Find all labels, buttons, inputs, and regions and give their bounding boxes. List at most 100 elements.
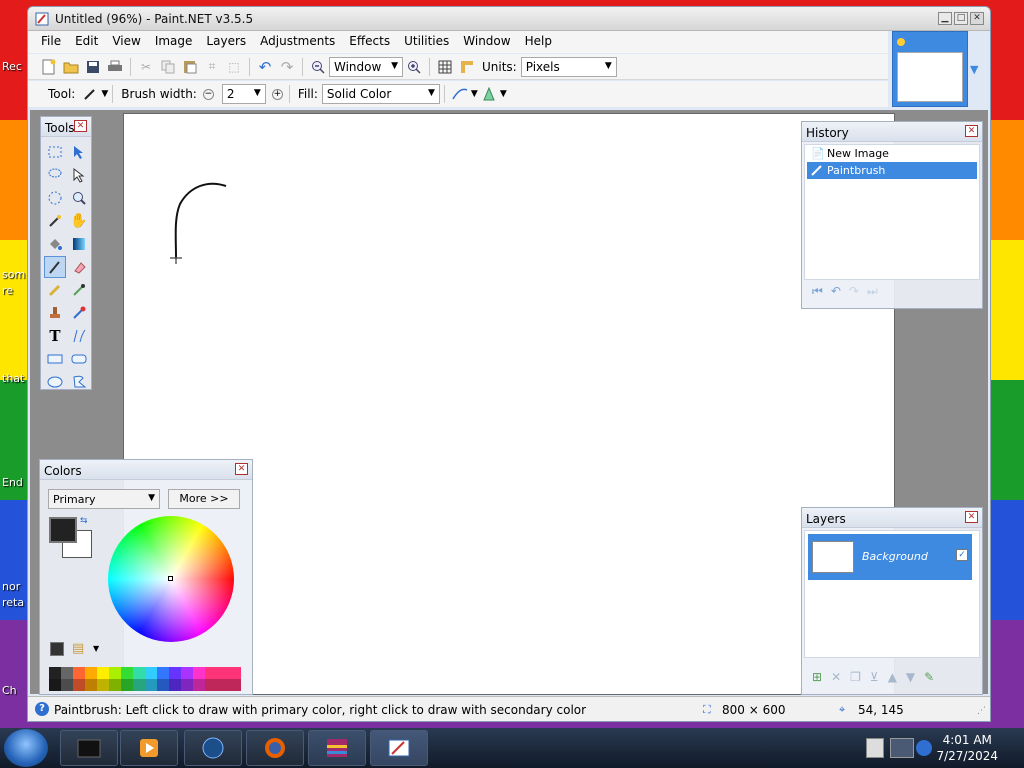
- primary-color-swatch[interactable]: [49, 517, 77, 543]
- color-mode-select[interactable]: Primary ▼: [48, 489, 160, 509]
- color-wheel[interactable]: [108, 516, 234, 642]
- color-picker-icon[interactable]: [68, 279, 90, 301]
- rectangle-select-icon[interactable]: [44, 141, 66, 163]
- magic-wand-icon[interactable]: [44, 210, 66, 232]
- paint-bucket-icon[interactable]: [44, 233, 66, 255]
- undo-icon[interactable]: ↶: [831, 284, 841, 299]
- taskbar-app-paintnet[interactable]: [370, 730, 428, 766]
- cut-icon[interactable]: ✂: [137, 58, 155, 76]
- fast-forward-icon[interactable]: ⏭: [867, 284, 878, 299]
- taskbar-app-winrar[interactable]: [308, 730, 366, 766]
- desktop-icon-label[interactable]: that: [2, 372, 24, 385]
- ellipse-icon[interactable]: [44, 371, 66, 393]
- move-layer-up-icon[interactable]: ▲: [888, 670, 897, 684]
- minimize-button[interactable]: ▁: [938, 12, 952, 25]
- alpha-blending-icon[interactable]: [480, 85, 498, 103]
- pan-icon[interactable]: ✋: [68, 210, 90, 232]
- menu-effects[interactable]: Effects: [342, 31, 397, 53]
- swap-colors-icon[interactable]: ⇆: [80, 516, 88, 526]
- brush-width-combo[interactable]: 2 ▼: [221, 84, 266, 104]
- menu-layers[interactable]: Layers: [199, 31, 253, 53]
- desktop-icon-label[interactable]: Rec: [2, 60, 22, 73]
- duplicate-layer-icon[interactable]: ❐: [850, 670, 861, 684]
- fill-combo[interactable]: Solid Color ▼: [321, 84, 440, 104]
- taskbar-app-browser-globe[interactable]: [184, 730, 242, 766]
- close-icon[interactable]: ✕: [74, 120, 87, 132]
- move-layer-down-icon[interactable]: ▼: [906, 670, 915, 684]
- paste-icon[interactable]: [181, 58, 199, 76]
- antialiasing-icon[interactable]: [451, 85, 469, 103]
- taskbar-app-media-player[interactable]: [120, 730, 178, 766]
- menu-window[interactable]: Window: [456, 31, 517, 53]
- chevron-down-icon[interactable]: ▼: [970, 63, 978, 76]
- line-curve-icon[interactable]: [68, 325, 90, 347]
- menu-view[interactable]: View: [105, 31, 147, 53]
- close-icon[interactable]: ✕: [235, 463, 248, 475]
- new-file-icon[interactable]: [40, 58, 58, 76]
- increase-icon[interactable]: +: [271, 88, 283, 100]
- tray-update-icon[interactable]: [916, 740, 932, 756]
- add-layer-icon[interactable]: ⊞: [812, 670, 822, 684]
- title-bar[interactable]: Untitled (96%) - Paint.NET v3.5.5 ▁ □ ✕: [28, 7, 990, 31]
- clone-stamp-icon[interactable]: [44, 302, 66, 324]
- delete-layer-icon[interactable]: ✕: [831, 670, 841, 684]
- maximize-button[interactable]: □: [954, 12, 968, 25]
- move-selection-icon[interactable]: [68, 141, 90, 163]
- rounded-rectangle-icon[interactable]: [68, 348, 90, 370]
- zoom-in-icon[interactable]: [405, 58, 423, 76]
- desktop-icon-label[interactable]: End: [2, 476, 23, 489]
- desktop-icon-label[interactable]: Ch: [2, 684, 17, 697]
- open-folder-icon[interactable]: [62, 58, 80, 76]
- freeform-shape-icon[interactable]: [68, 371, 90, 393]
- lasso-select-icon[interactable]: [44, 164, 66, 186]
- desktop-icon-label[interactable]: nor: [2, 580, 20, 593]
- zoom-icon[interactable]: [68, 187, 90, 209]
- undo-icon[interactable]: ↶: [256, 58, 274, 76]
- color-palette[interactable]: [49, 667, 241, 691]
- resize-grip-icon[interactable]: ⋰: [977, 706, 986, 716]
- zoom-combo[interactable]: Window ▼: [329, 56, 403, 77]
- chevron-down-icon[interactable]: ▼: [471, 89, 478, 99]
- system-clock[interactable]: 4:01 AM 7/27/2024: [936, 732, 998, 764]
- save-icon[interactable]: [84, 58, 102, 76]
- tray-network-icon[interactable]: [890, 738, 914, 758]
- zoom-out-icon[interactable]: [309, 58, 327, 76]
- close-icon[interactable]: ✕: [965, 125, 978, 137]
- history-item-new-image[interactable]: 📄 New Image: [807, 145, 977, 162]
- taskbar-app-firefox[interactable]: [246, 730, 304, 766]
- redo-icon[interactable]: ↷: [849, 284, 859, 299]
- text-icon[interactable]: T: [44, 325, 66, 347]
- paintbrush-icon[interactable]: [44, 256, 66, 278]
- recolor-icon[interactable]: [68, 302, 90, 324]
- desktop-icon-label[interactable]: som: [2, 268, 25, 281]
- rewind-icon[interactable]: ⏮: [812, 284, 823, 299]
- ellipse-select-icon[interactable]: [44, 187, 66, 209]
- close-icon[interactable]: ✕: [965, 511, 978, 523]
- close-button[interactable]: ✕: [970, 12, 984, 25]
- chevron-down-icon[interactable]: ▼: [101, 89, 108, 99]
- menu-image[interactable]: Image: [148, 31, 200, 53]
- palette-menu-icon[interactable]: ▤: [72, 641, 84, 656]
- merge-layer-icon[interactable]: ⊻: [870, 670, 879, 684]
- history-item-paintbrush[interactable]: Paintbrush: [807, 162, 977, 179]
- units-combo[interactable]: Pixels ▼: [520, 56, 617, 77]
- chevron-down-icon[interactable]: ▼: [93, 644, 99, 653]
- rulers-icon[interactable]: [458, 58, 476, 76]
- layer-visibility-checkbox[interactable]: ✓: [956, 549, 968, 561]
- copy-icon[interactable]: [159, 58, 177, 76]
- deselect-icon[interactable]: ⬚: [225, 58, 243, 76]
- crop-icon[interactable]: ⌗: [203, 58, 221, 76]
- taskbar-app-terminal[interactable]: [60, 730, 118, 766]
- image-thumbnail[interactable]: [892, 31, 968, 107]
- layer-row-background[interactable]: Background ✓: [808, 534, 972, 580]
- move-selected-icon[interactable]: [68, 164, 90, 186]
- desktop-icon-label[interactable]: re: [2, 284, 13, 297]
- redo-icon[interactable]: ↷: [278, 58, 296, 76]
- grid-icon[interactable]: [436, 58, 454, 76]
- eraser-icon[interactable]: [68, 256, 90, 278]
- menu-utilities[interactable]: Utilities: [397, 31, 456, 53]
- pencil-icon[interactable]: [44, 279, 66, 301]
- start-button[interactable]: [4, 729, 48, 767]
- tool-picker-paintbrush-icon[interactable]: [81, 85, 99, 103]
- menu-file[interactable]: File: [28, 31, 68, 53]
